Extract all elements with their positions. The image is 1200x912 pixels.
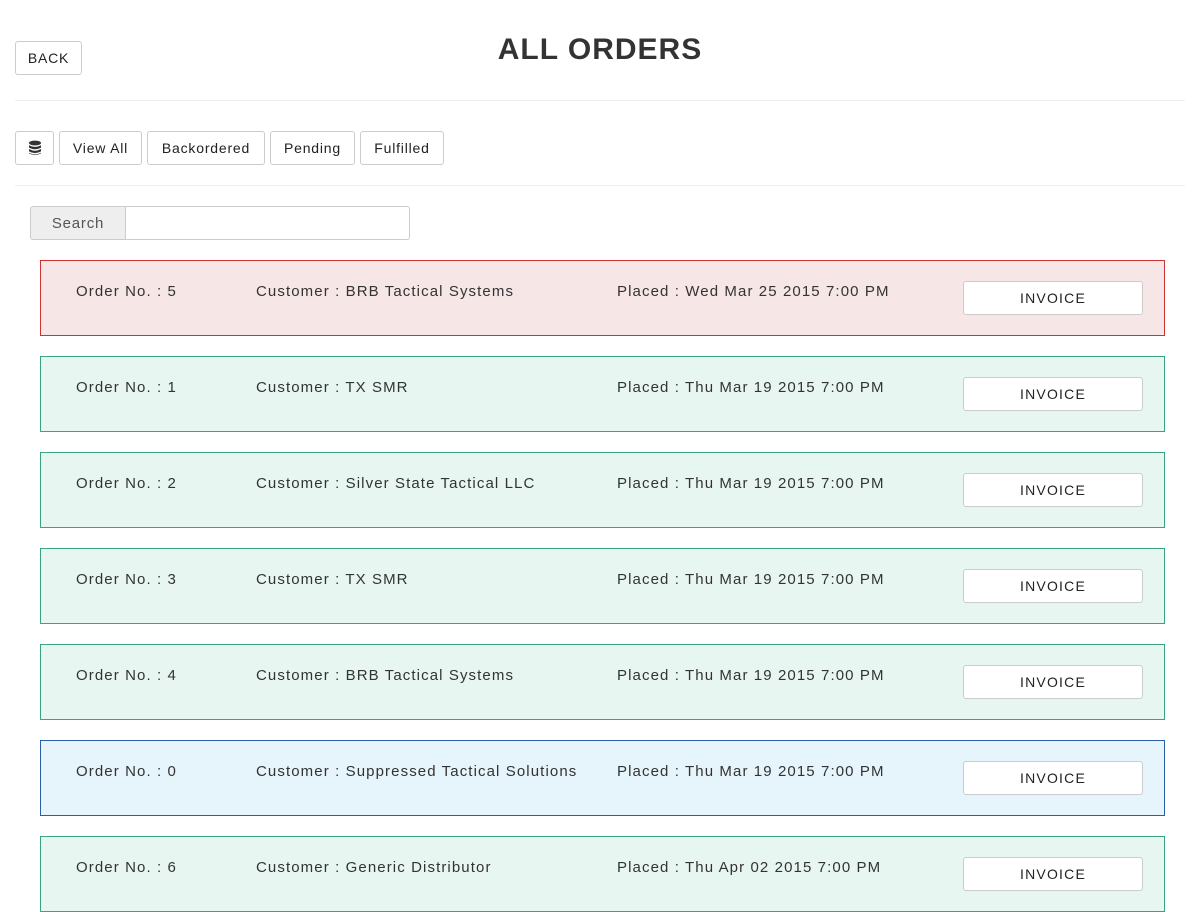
order-customer: Customer : Silver State Tactical LLC: [256, 475, 536, 492]
order-customer: Customer : Suppressed Tactical Solutions: [256, 763, 578, 780]
invoice-button[interactable]: INVOICE: [963, 377, 1143, 411]
filter-backordered-button[interactable]: Backordered: [147, 131, 265, 165]
order-placed-date: Placed : Wed Mar 25 2015 7:00 PM: [617, 283, 890, 300]
order-placed-date: Placed : Thu Apr 02 2015 7:00 PM: [617, 859, 882, 876]
order-row: Order No. : 6 Customer : Generic Distribu…: [40, 836, 1165, 912]
invoice-button[interactable]: INVOICE: [963, 857, 1143, 891]
database-icon: [28, 140, 41, 156]
invoice-button[interactable]: INVOICE: [963, 761, 1143, 795]
invoice-button[interactable]: INVOICE: [963, 665, 1143, 699]
invoice-button[interactable]: INVOICE: [963, 281, 1143, 315]
filter-divider: [15, 185, 1185, 186]
order-number: Order No. : 1: [76, 379, 177, 396]
search-group: Search: [30, 206, 410, 240]
search-input[interactable]: [126, 206, 410, 240]
order-customer: Customer : Generic Distributor: [256, 859, 492, 876]
order-placed-date: Placed : Thu Mar 19 2015 7:00 PM: [617, 475, 885, 492]
order-row: Order No. : 3 Customer : TX SMR Placed : T…: [40, 548, 1165, 624]
page-title: ALL ORDERS: [497, 33, 703, 66]
order-row: Order No. : 1 Customer : TX SMR Placed : T…: [40, 356, 1165, 432]
search-label: Search: [30, 206, 126, 240]
order-row: Order No. : 4 Customer : BRB Tactical Sys…: [40, 644, 1165, 720]
invoice-button[interactable]: INVOICE: [963, 473, 1143, 507]
order-row: Order No. : 2 Customer : Silver State Tac…: [40, 452, 1165, 528]
invoice-button[interactable]: INVOICE: [963, 569, 1143, 603]
order-customer: Customer : TX SMR: [256, 571, 409, 588]
order-placed-date: Placed : Thu Mar 19 2015 7:00 PM: [617, 571, 885, 588]
order-number: Order No. : 3: [76, 571, 177, 588]
filter-pending-button[interactable]: Pending: [270, 131, 355, 165]
order-customer: Customer : TX SMR: [256, 379, 409, 396]
order-placed-date: Placed : Thu Mar 19 2015 7:00 PM: [617, 379, 885, 396]
database-button[interactable]: [15, 131, 54, 165]
order-number: Order No. : 6: [76, 859, 177, 876]
filter-view-all-button[interactable]: View All: [59, 131, 142, 165]
order-customer: Customer : BRB Tactical Systems: [256, 667, 515, 684]
order-customer: Customer : BRB Tactical Systems: [256, 283, 515, 300]
order-row: Order No. : 5 Customer : BRB Tactical Sys…: [40, 260, 1165, 336]
order-number: Order No. : 0: [76, 763, 177, 780]
order-number: Order No. : 5: [76, 283, 177, 300]
order-number: Order No. : 2: [76, 475, 177, 492]
order-number: Order No. : 4: [76, 667, 177, 684]
order-row: Order No. : 0 Customer : Suppressed Tacti…: [40, 740, 1165, 816]
order-placed-date: Placed : Thu Mar 19 2015 7:00 PM: [617, 763, 885, 780]
filter-fulfilled-button[interactable]: Fulfilled: [360, 131, 444, 165]
header-divider: [15, 100, 1185, 101]
order-placed-date: Placed : Thu Mar 19 2015 7:00 PM: [617, 667, 885, 684]
